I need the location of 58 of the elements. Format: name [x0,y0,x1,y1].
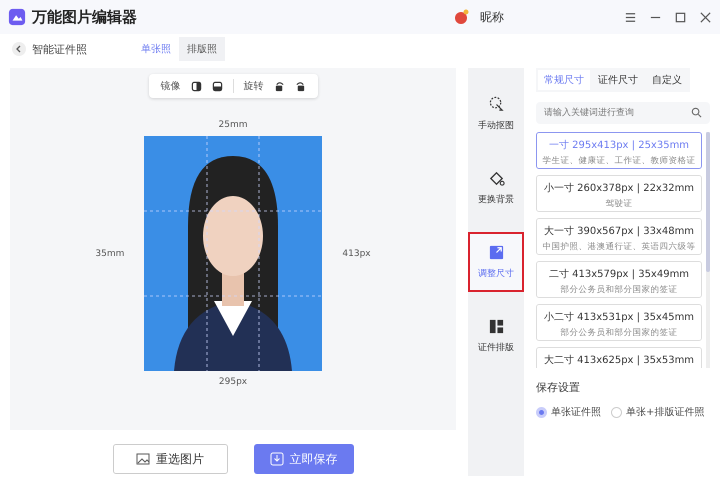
scrollbar-thumb[interactable] [706,132,710,272]
reselect-button[interactable]: 重选图片 [112,444,228,474]
save-option[interactable]: 单张证件照 [536,405,601,419]
size-title: 一寸 295x413px | 25x35mm [548,138,690,152]
resize-icon [488,244,504,261]
save-button[interactable]: 立即保存 [254,444,354,474]
search-field[interactable]: 请输入关键词进行查询 [536,102,710,124]
app-logo-icon [8,8,26,26]
back-icon[interactable] [12,42,26,56]
maximize-icon[interactable] [674,10,687,24]
width-dimension: 25mm [218,120,248,130]
rotate-left-icon[interactable] [274,80,284,92]
tool-button[interactable]: 证件排版 [468,306,524,366]
tool-button[interactable]: 手动抠图 [468,84,524,144]
size-tab[interactable]: 证件尺寸 [592,70,644,90]
size-tab[interactable]: 自定义 [646,70,688,90]
size-usage: 中国护照、港澳通行证、英语四六级等 [542,241,696,253]
flip-vertical-icon[interactable] [212,80,222,92]
size-title: 二寸 413x579px | 35x49mm [548,268,690,281]
save-settings-title: 保存设置 [536,380,581,395]
search-icon [691,107,702,118]
size-usage: 部分公务员和部分国家的签证 [560,327,678,339]
size-card[interactable]: 大一寸 390x567px | 33x48mm 中国护照、港澳通行证、英语四六级等 [536,218,702,255]
size-card[interactable]: 一寸 295x413px | 25x35mm 学生证、健康证、工作证、教师资格证 [536,132,702,169]
toolbar-label: 镜像 [160,80,180,93]
size-card[interactable]: 大二寸 413x625px | 35x53mm [536,347,702,368]
size-tab[interactable]: 常规尺寸 [538,70,590,90]
size-card[interactable]: 小二寸 413x531px | 35x45mm 部分公务员和部分国家的签证 [536,304,702,341]
page-title: 智能证件照 [32,42,87,56]
rotate-right-icon[interactable] [294,80,306,92]
tool-button[interactable]: 调整尺寸 [468,232,524,292]
toolbar-label: 旋转 [244,80,264,93]
paint-bucket-icon [488,170,504,187]
size-card[interactable]: 二寸 413x579px | 35x49mm 部分公务员和部分国家的签证 [536,261,702,298]
lasso-icon [488,96,504,113]
image-icon [136,452,150,466]
save-option[interactable]: 单张+排版证件照 [611,405,704,419]
flip-horizontal-icon[interactable] [190,80,202,92]
size-title: 小一寸 260x378px | 22x32mm [544,182,694,195]
height-dimension: 35mm [95,248,124,258]
pixel-width-dimension: 295px [218,377,248,387]
mode-tab[interactable]: 排版照 [179,37,225,61]
close-icon[interactable] [699,10,712,24]
download-icon [270,452,284,466]
tool-button[interactable]: 更换背景 [468,158,524,218]
size-title: 小二寸 413x531px | 35x45mm [544,310,694,324]
menu-icon[interactable] [624,10,637,24]
size-usage: 学生证、健康证、工作证、教师资格证 [542,155,696,167]
pixel-height-dimension: 413px [342,248,371,258]
app-title: 万能图片编辑器 [32,8,137,26]
avatar-icon [454,9,470,25]
size-usage: 部分公务员和部分国家的签证 [560,284,678,296]
size-title: 大二寸 413x625px | 35x53mm [544,354,694,367]
size-title: 大一寸 390x567px | 33x48mm [544,224,694,238]
user-name[interactable]: 昵称 [480,8,504,26]
size-card[interactable]: 小一寸 260x378px | 22x32mm 驾驶证 [536,175,702,212]
layout-grid-icon [488,318,504,335]
size-usage: 驾驶证 [606,198,632,210]
